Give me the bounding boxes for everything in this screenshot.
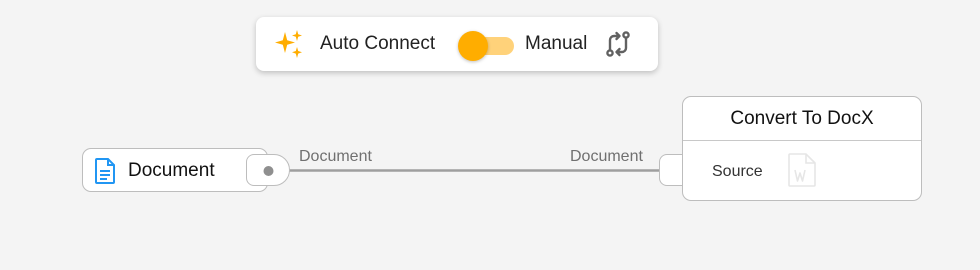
document-icon	[95, 158, 115, 184]
document-node-title: Document	[128, 160, 215, 181]
connect-mode-toggle[interactable]	[458, 31, 514, 61]
connect-mode-toolbar: Auto Connect Manual	[256, 17, 658, 71]
document-output-port[interactable]	[246, 154, 290, 186]
manual-label: Manual	[525, 33, 588, 54]
source-port-label: Source	[712, 163, 763, 180]
output-port-label: Document	[299, 148, 372, 165]
convert-to-docx-node[interactable]: Convert To DocX Source	[682, 96, 922, 201]
manual-connect-icon	[606, 31, 630, 57]
document-node[interactable]: Document	[82, 148, 268, 192]
node-header: Convert To DocX	[683, 97, 921, 141]
convert-node-title: Convert To DocX	[730, 108, 874, 129]
input-port-label: Document	[570, 148, 643, 165]
port-dot-icon	[263, 166, 274, 176]
toggle-knob	[458, 31, 488, 61]
docx-file-icon	[788, 153, 816, 187]
sparkle-icon	[275, 30, 302, 58]
auto-connect-label: Auto Connect	[320, 33, 436, 54]
